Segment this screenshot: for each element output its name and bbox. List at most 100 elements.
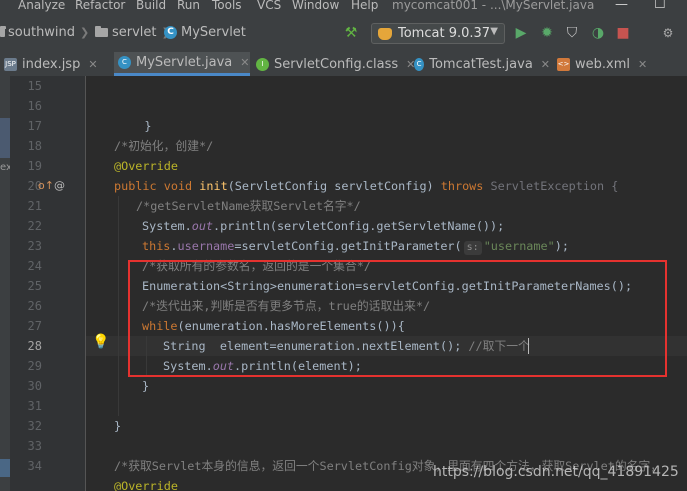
close-icon[interactable]: ✕ [638,58,647,71]
line-number: 29 [27,359,42,373]
code-line-35: @Override [114,479,178,491]
menu-analyze[interactable]: Analyze [18,0,65,12]
code-token: out [212,359,235,373]
run-config-selector[interactable]: Tomcat 9.0.37 ▼ [371,23,505,44]
code-line-19: @Override [114,159,178,173]
breadcrumb-myservlet[interactable]: C MyServlet [164,25,246,40]
tab-label: ServletConfig.class [274,56,399,72]
parameter-hint: s: [463,241,482,255]
annotation-at-icon[interactable]: @ [54,179,65,192]
close-icon[interactable]: ✕ [541,58,550,71]
xml-file-icon: <> [557,57,570,71]
profile-icon[interactable]: ◑ [590,25,606,41]
line-number: 33 [27,439,42,453]
line-number: 18 [27,139,42,153]
tomcat-icon [378,27,392,40]
line-number: 16 [27,99,42,113]
breadcrumb-servlet[interactable]: servlet ❯ [95,25,171,40]
tab-tomcattest-java[interactable]: C TomcatTest.java ✕ [410,52,550,76]
tab-label: index.jsp [22,56,81,72]
editor-gutter: 15 16 17 18 19 20 21 22 23 24 25 26 27 2… [10,76,86,491]
code-token: (ServletConfig servletConfig) [227,179,441,193]
breadcrumb-southwind[interactable]: southwind ❯ [0,25,89,40]
tab-servletconfig-class[interactable]: I ServletConfig.class ✕ [252,52,422,76]
code-token: this [142,239,171,253]
menu-window[interactable]: Window [292,0,339,12]
tab-label: MyServlet.java [136,55,233,70]
menu-refactor[interactable]: Refactor [75,0,125,12]
line-number: 24 [27,259,42,273]
class-icon: C [164,26,177,39]
run-icon[interactable]: ▶ [513,25,529,41]
tab-label: web.xml [575,56,630,72]
line-number: 30 [27,379,42,393]
line-number: 31 [27,399,42,413]
indent-guide [146,336,147,376]
code-line-28: String element=enumeration.nextElement()… [163,336,530,356]
line-number: 15 [27,79,42,93]
line-number: 23 [27,239,42,253]
close-icon[interactable]: ✕ [240,56,249,69]
indent-guide [118,196,119,416]
menu-bar: Analyze Refactor Build Run Tools VCS Win… [0,0,687,14]
code-token: ServletException { [490,179,619,193]
class-icon: C [118,56,131,69]
build-hammer-icon[interactable]: ⚒ [343,25,359,41]
code-line-24: /*获取所有的参数名，返回的是一个集合*/ [142,259,371,273]
build-project-icon[interactable]: ⚙ [660,25,676,41]
code-token: System. [163,359,213,373]
stop-icon[interactable]: ■ [615,25,631,41]
code-line-22: System.out.println(servletConfig.getServ… [142,216,504,236]
window-title: mycomcat001 - ...\MyServlet.java [392,0,595,12]
text-caret [528,338,529,354]
tab-index-jsp[interactable]: JSP index.jsp ✕ [0,52,114,76]
code-token: . [170,239,178,253]
menu-help[interactable]: Help [351,0,378,12]
line-number-current: 28 [27,339,42,353]
code-line-21: /*getServletName获取Servlet名字*/ [136,199,361,213]
code-line-32: } [114,419,122,433]
line-number: 26 [27,299,42,313]
code-line-20: public void init(ServletConfig servletCo… [114,176,618,196]
code-token: } [144,119,152,133]
code-line-27: while(enumeration.hasMoreElements()){ [142,316,405,336]
maximize-icon[interactable]: ☐ [654,0,666,11]
breadcrumb-label: southwind [8,25,76,40]
line-number: 17 [27,119,42,133]
code-line-26: /*迭代出来,判断是否有更多节点，true的话取出来*/ [142,299,431,313]
code-line-25: Enumeration<String>enumeration=servletCo… [142,279,633,293]
code-editor[interactable]: } /*初始化，创建*/ @Override public void init(… [86,76,687,491]
code-token: username [177,239,235,253]
debug-icon[interactable]: ✹ [539,25,555,41]
editor-tab-bar: JSP index.jsp ✕ C MyServlet.java ✕ I Ser… [0,52,687,77]
lightbulb-icon[interactable]: 💡 [92,334,109,350]
code-token: void [163,179,193,193]
side-panel-marker [0,459,10,477]
menu-tools[interactable]: Tools [212,0,242,12]
code-token: =servletConfig.getInitParameter( [234,239,462,253]
line-number: 22 [27,219,42,233]
coverage-icon[interactable]: ⛉ [564,25,580,41]
line-number: 19 [27,159,42,173]
code-token: while [142,319,178,333]
line-number: 27 [27,319,42,333]
navigation-bar: southwind ❯ servlet ❯ C MyServlet ⚒ Tomc… [0,14,687,53]
line-number: 21 [27,199,42,213]
tab-myservlet-java[interactable]: C MyServlet.java ✕ [114,52,250,76]
tab-label: TomcatTest.java [429,56,533,72]
line-number: 34 [27,459,42,473]
jsp-file-icon: JSP [4,57,17,71]
menu-build[interactable]: Build [136,0,166,12]
code-token: .println(servletConfig.getServletName())… [213,219,505,233]
close-icon[interactable]: ✕ [88,58,97,71]
line-number: 32 [27,419,42,433]
menu-vcs[interactable]: VCS [257,0,281,12]
tab-web-xml[interactable]: <> web.xml ✕ [553,52,687,76]
code-token: "username" [483,239,555,253]
menu-run[interactable]: Run [177,0,200,12]
folder-icon [0,26,6,37]
minimize-icon[interactable]: — [615,0,628,11]
code-token: init [199,179,228,193]
implements-method-icon[interactable]: o↑ [38,179,54,192]
code-token: ); [554,239,569,253]
